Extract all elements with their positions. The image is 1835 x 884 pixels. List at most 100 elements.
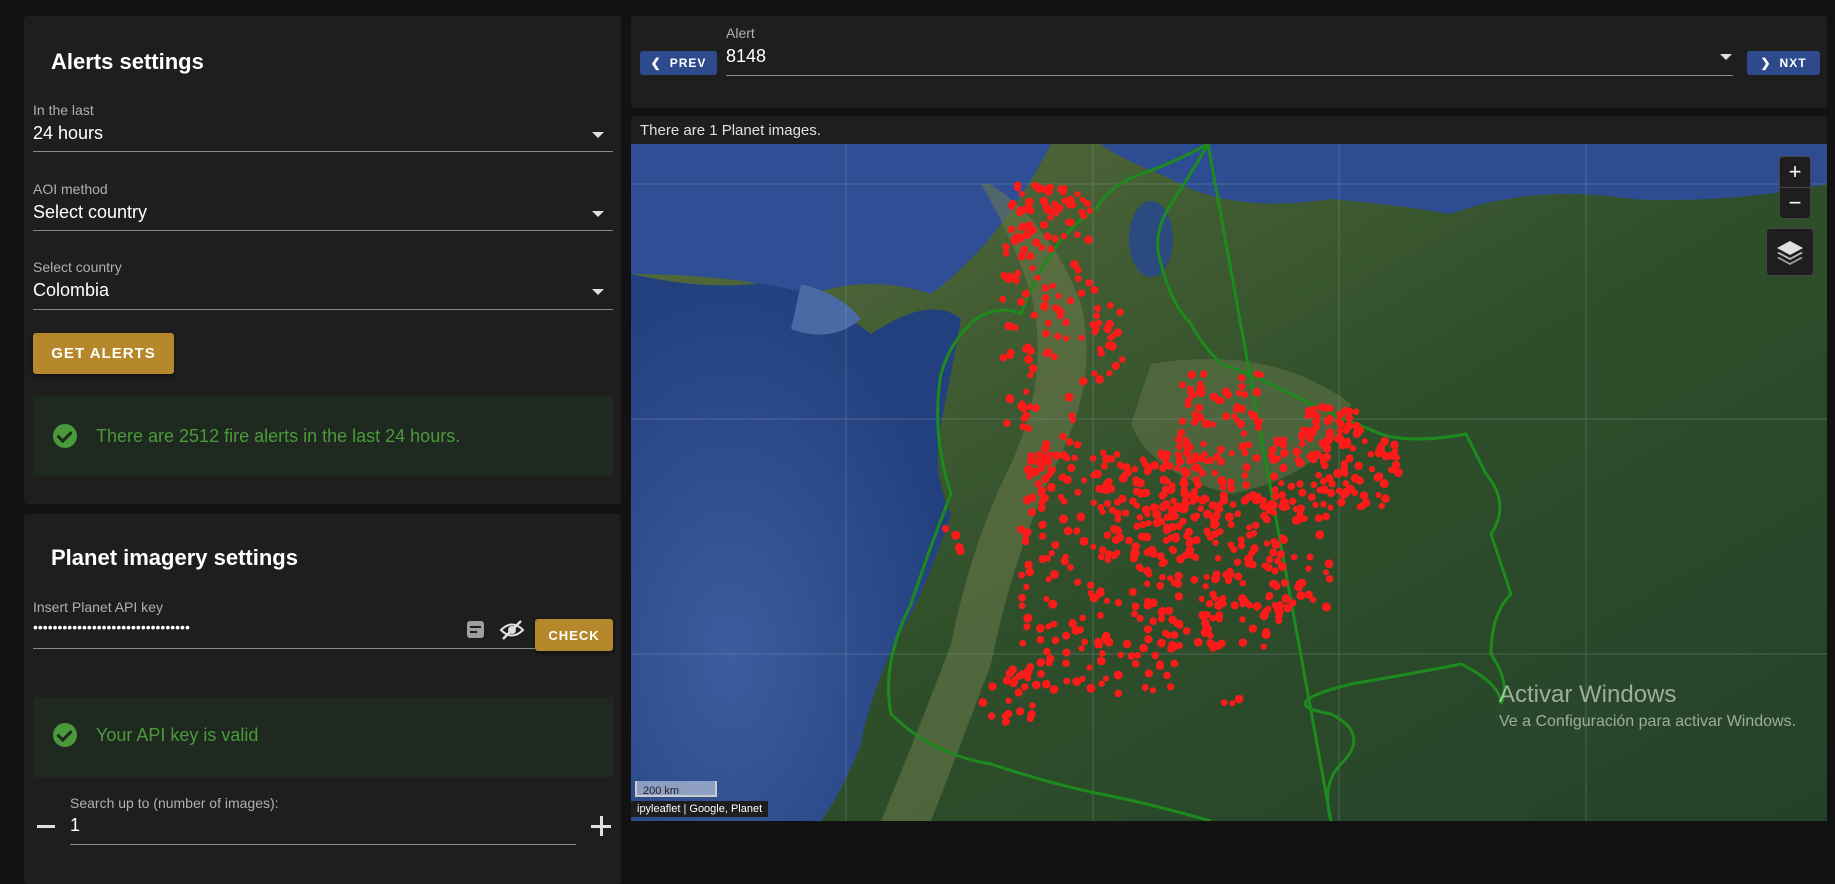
fire-alert-marker[interactable] [1225,569,1235,579]
fire-alert-marker[interactable] [1036,658,1046,667]
fire-alert-marker[interactable] [1274,608,1284,617]
fire-alert-marker[interactable] [1001,717,1010,726]
fire-alert-marker[interactable] [1128,588,1137,596]
fire-alert-marker[interactable] [1021,537,1030,546]
fire-alert-marker[interactable] [1273,436,1280,443]
fire-alert-marker[interactable] [1026,252,1035,261]
fire-alert-marker[interactable] [1035,451,1043,458]
fire-alert-marker[interactable] [1204,528,1212,537]
fire-alert-marker[interactable] [1271,602,1278,609]
fire-alert-marker[interactable] [954,543,964,552]
fire-alert-marker[interactable] [1079,212,1088,220]
fire-alert-marker[interactable] [1031,181,1040,190]
fire-alert-marker[interactable] [1042,679,1051,689]
fire-alert-marker[interactable] [1048,599,1058,609]
fire-alert-marker[interactable] [1207,456,1215,464]
fire-alert-marker[interactable] [1335,417,1343,425]
fire-alert-marker[interactable] [1248,624,1258,633]
fire-alert-marker[interactable] [1079,536,1089,546]
fire-alert-marker[interactable] [1322,452,1332,462]
next-button[interactable]: ❯ NXT [1747,51,1820,75]
fire-alert-marker[interactable] [1239,579,1247,587]
fire-alert-marker[interactable] [1114,599,1123,607]
fire-alert-marker[interactable] [1192,536,1201,545]
fire-alert-marker[interactable] [1017,298,1025,306]
fire-alert-marker[interactable] [1263,540,1270,547]
fire-alert-marker[interactable] [1325,575,1334,583]
fire-alert-marker[interactable] [1102,675,1109,682]
fire-alert-marker[interactable] [1308,409,1317,419]
fire-alert-marker[interactable] [1244,441,1253,449]
fire-alert-marker[interactable] [1038,554,1047,563]
fire-alert-marker[interactable] [1174,579,1183,588]
fire-alert-marker[interactable] [1157,638,1166,648]
fire-alert-marker[interactable] [1270,538,1278,546]
fire-alert-marker[interactable] [1291,515,1301,525]
fire-alert-marker[interactable] [1342,480,1350,487]
fire-alert-marker[interactable] [1278,562,1287,571]
fire-alert-marker[interactable] [1062,659,1070,668]
fire-alert-marker[interactable] [1015,672,1023,680]
fire-alert-marker[interactable] [1248,560,1257,569]
fire-alert-marker[interactable] [1260,643,1267,650]
fire-alert-marker[interactable] [1183,491,1191,499]
fire-alert-marker[interactable] [1017,402,1026,411]
fire-alert-marker[interactable] [1016,209,1024,217]
fire-alert-marker[interactable] [1368,465,1376,473]
fire-alert-marker[interactable] [1118,494,1127,503]
fire-alert-marker[interactable] [1162,536,1170,544]
fire-alert-marker[interactable] [1047,245,1055,253]
fire-alert-marker[interactable] [1026,472,1033,480]
fire-alert-marker[interactable] [1354,461,1363,470]
fire-alert-marker[interactable] [1025,197,1034,206]
fire-alert-marker[interactable] [1168,640,1177,649]
fire-alert-marker[interactable] [1336,427,1344,434]
fire-alert-marker[interactable] [1034,457,1042,466]
fire-alert-marker[interactable] [1159,606,1167,614]
fire-alert-marker[interactable] [1060,232,1068,240]
fire-alert-marker[interactable] [1374,472,1384,481]
fire-alert-marker[interactable] [1321,462,1329,470]
fire-alert-marker[interactable] [1269,548,1278,557]
fire-alert-marker[interactable] [1211,469,1219,477]
fire-alert-marker[interactable] [1271,567,1279,575]
fire-alert-marker[interactable] [1074,275,1082,283]
fire-alert-marker[interactable] [1272,582,1281,590]
fire-alert-marker[interactable] [1103,500,1112,508]
fire-alert-marker[interactable] [1189,392,1197,399]
fire-alert-marker[interactable] [1352,408,1360,416]
fire-alert-marker[interactable] [1356,503,1364,511]
fire-alert-marker[interactable] [1217,457,1225,466]
fire-alert-marker[interactable] [1209,614,1217,622]
fire-alert-marker[interactable] [1317,403,1326,411]
fire-alert-marker[interactable] [1361,438,1368,445]
fire-alert-marker[interactable] [1245,493,1253,501]
fire-alert-marker[interactable] [1030,311,1038,319]
fire-alert-marker[interactable] [1275,616,1283,625]
fire-alert-marker[interactable] [1166,485,1176,495]
fire-alert-marker[interactable] [1111,361,1120,370]
fire-alert-marker[interactable] [1229,700,1236,707]
fire-alert-marker[interactable] [1104,556,1112,564]
fire-alert-marker[interactable] [1002,243,1010,251]
check-button[interactable]: CHECK [535,619,613,651]
fire-alert-marker[interactable] [999,353,1008,362]
fire-alert-marker[interactable] [999,295,1007,303]
fire-alert-marker[interactable] [1224,512,1234,522]
fire-alert-marker[interactable] [1200,370,1208,378]
fire-alert-marker[interactable] [1067,563,1074,571]
fire-alert-marker[interactable] [1079,377,1088,386]
fire-alert-marker[interactable] [1176,554,1185,564]
fire-alert-marker[interactable] [1081,638,1089,646]
fire-alert-marker[interactable] [1306,553,1314,561]
fire-alert-marker[interactable] [1122,463,1131,472]
fire-alert-marker[interactable] [1076,626,1084,634]
fire-alert-marker[interactable] [1240,430,1248,437]
fire-alert-marker[interactable] [1069,417,1077,424]
fire-alert-marker[interactable] [1090,472,1097,479]
fire-alert-marker[interactable] [1158,502,1168,512]
fire-alert-marker[interactable] [1097,349,1105,357]
fire-alert-marker[interactable] [1048,549,1056,557]
fire-alert-marker[interactable] [1306,434,1314,443]
fire-alert-marker[interactable] [1118,356,1126,363]
